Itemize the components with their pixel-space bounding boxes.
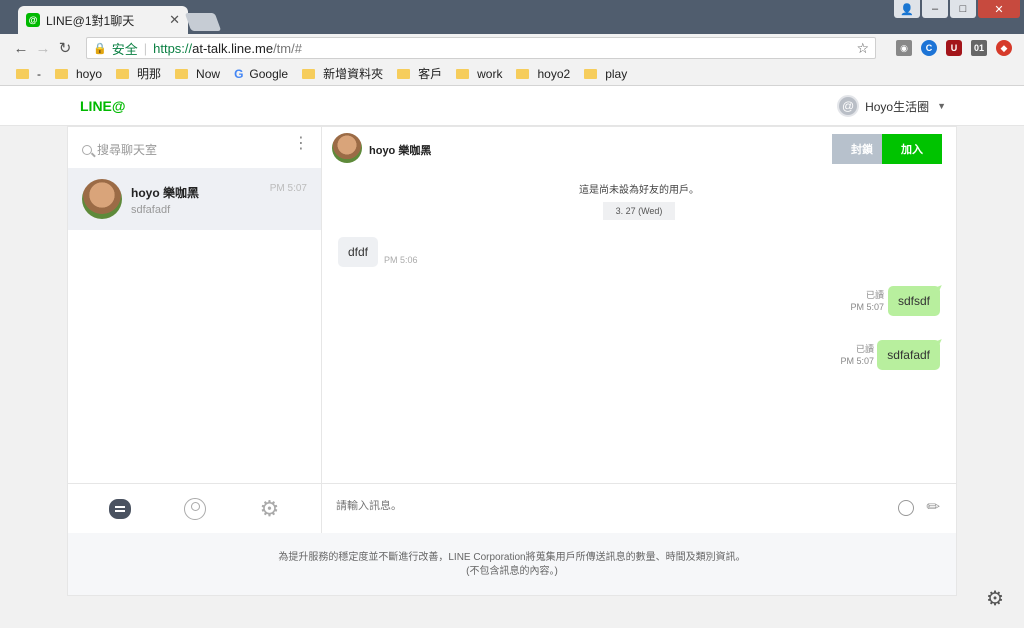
tab-title: LINE@1對1聊天: [46, 13, 135, 28]
bookmark-item[interactable]: -: [16, 67, 41, 81]
conversation-pane: hoyo 樂咖黑 封鎖 加入 這是尚未設為好友的用戶。 3. 27 (Wed) …: [322, 127, 956, 483]
conversation-header: hoyo 樂咖黑 封鎖 加入: [322, 127, 956, 175]
browser-toolbar: ← → ↻ 🔒 安全 | https://at-talk.line.me/tm/…: [0, 34, 1024, 62]
bookmark-item[interactable]: hoyo2: [516, 67, 570, 81]
bookmarks-bar: - hoyo 明那 Now G Google 新增資料夾 客戶 work hoyo…: [0, 62, 1024, 86]
bookmark-item[interactable]: work: [456, 67, 502, 81]
line-favicon-icon: @: [26, 13, 40, 27]
search-icon: [82, 144, 92, 155]
read-receipt: 已讀: [865, 290, 884, 300]
url-text: https://at-talk.line.me/tm/#: [153, 40, 302, 56]
ext-c-icon[interactable]: C: [921, 40, 937, 56]
more-vertical-icon[interactable]: ⋮: [293, 136, 309, 152]
settings-gear-icon[interactable]: ⚙: [986, 586, 1004, 611]
message-composer: ✎: [322, 483, 956, 533]
lock-icon: 🔒: [93, 42, 107, 55]
search-input[interactable]: 搜尋聊天室: [82, 141, 282, 158]
folder-icon: [55, 68, 68, 79]
new-tab-button[interactable]: [184, 13, 222, 31]
line-logo[interactable]: LINE@: [80, 98, 126, 114]
add-friend-button[interactable]: 加入: [882, 134, 942, 164]
folder-icon: [516, 68, 530, 79]
left-nav: ⚙: [68, 483, 322, 533]
contact-name: hoyo 樂咖黑: [369, 145, 432, 157]
folder-icon: [175, 68, 189, 79]
message-bubble-outgoing: sdfsdf: [887, 286, 940, 316]
message-time: PM 5:06: [384, 255, 418, 265]
nav-settings[interactable]: ⚙: [258, 495, 282, 521]
bookmark-item[interactable]: Now: [175, 67, 220, 81]
chat-list-item[interactable]: hoyo 樂咖黑 sdfafadf PM 5:07: [68, 168, 321, 230]
browser-titlebar: @ LINE@1對1聊天 ✕ 👤 – □ ✕: [0, 0, 1024, 34]
emoji-icon[interactable]: [898, 500, 914, 516]
bookmark-star-icon[interactable]: ☆: [856, 40, 869, 57]
avatar[interactable]: [332, 133, 362, 163]
nav-friends[interactable]: [183, 497, 207, 521]
maximize-icon[interactable]: □: [950, 0, 976, 18]
avatar: [82, 179, 122, 219]
user-profile-icon[interactable]: 👤: [894, 0, 920, 18]
app-header: LINE@ @ Hoyo生活圈 ▼: [0, 86, 1024, 126]
chat-panel: 搜尋聊天室 ⋮ hoyo 樂咖黑 sdfafadf PM 5:07 ⚙ hoyo…: [67, 126, 957, 596]
privacy-notice: 為提升服務的穩定度並不斷進行改善，LINE Corporation將蒐集用戶所傳…: [68, 533, 956, 595]
chat-time: PM 5:07: [269, 183, 307, 194]
ext-01-icon[interactable]: 01: [971, 40, 987, 56]
camera-icon[interactable]: ◉: [896, 40, 912, 56]
message-time: PM 5:07: [840, 356, 874, 366]
reload-icon[interactable]: ↻: [54, 39, 76, 57]
folder-icon: [397, 68, 411, 79]
gear-icon: ⚙: [259, 495, 280, 521]
chat-bubble-icon: [108, 498, 131, 519]
search-placeholder: 搜尋聊天室: [97, 143, 158, 157]
folder-icon: [16, 68, 29, 79]
ext-shield-icon[interactable]: ◆: [996, 40, 1012, 56]
folder-icon: [116, 68, 130, 79]
back-arrow-icon[interactable]: ←: [10, 40, 32, 57]
bookmark-item[interactable]: 新增資料夾: [302, 65, 383, 82]
extensions-bar: ◉ C U 01 ◆: [896, 40, 1012, 56]
bookmark-item[interactable]: G Google: [234, 67, 288, 81]
nav-chats[interactable]: [108, 497, 132, 521]
chat-name: hoyo 樂咖黑: [131, 186, 199, 200]
caret-down-icon: ▼: [937, 101, 946, 111]
message-time: PM 5:07: [850, 302, 884, 312]
bookmark-item[interactable]: 明那: [116, 65, 161, 82]
message-bubble-incoming: dfdf: [338, 237, 379, 267]
minimize-icon[interactable]: –: [922, 0, 948, 18]
ublock-icon[interactable]: U: [946, 40, 962, 56]
forward-arrow-icon[interactable]: →: [32, 40, 54, 57]
folder-icon: [456, 68, 470, 79]
bookmark-item[interactable]: hoyo: [55, 67, 102, 81]
account-name: Hoyo生活圈: [865, 99, 930, 114]
message-input[interactable]: [336, 500, 836, 512]
folder-icon: [584, 68, 598, 79]
message-meta: 已讀 PM 5:07: [840, 343, 874, 367]
attachment-icon[interactable]: ✎: [921, 495, 945, 519]
tab-close-icon[interactable]: ✕: [169, 12, 180, 28]
bookmark-item[interactable]: 客戶: [397, 65, 442, 82]
address-bar[interactable]: 🔒 安全 | https://at-talk.line.me/tm/# ☆: [86, 37, 876, 59]
not-friend-notice: 這是尚未設為好友的用戶。: [579, 185, 699, 196]
account-menu[interactable]: @ Hoyo生活圈 ▼: [837, 95, 946, 117]
close-window-icon[interactable]: ✕: [978, 0, 1020, 18]
folder-icon: [302, 68, 316, 79]
message-meta: 已讀 PM 5:07: [850, 289, 884, 313]
window-controls: 👤 – □ ✕: [894, 0, 1020, 18]
bookmark-item[interactable]: play: [584, 67, 627, 81]
page-content: LINE@ @ Hoyo生活圈 ▼ 搜尋聊天室 ⋮ hoyo 樂咖黑 sdfaf…: [0, 86, 1024, 624]
secure-label: 安全: [111, 41, 138, 57]
google-icon: G: [234, 66, 244, 81]
chat-list-pane: 搜尋聊天室 ⋮ hoyo 樂咖黑 sdfafadf PM 5:07: [68, 127, 322, 483]
person-icon: [183, 497, 206, 520]
message-bubble-outgoing: sdfafadf: [877, 340, 940, 370]
date-separator: 3. 27 (Wed): [603, 202, 675, 220]
read-receipt: 已讀: [855, 344, 874, 354]
account-avatar: @: [837, 95, 860, 117]
browser-tab[interactable]: @ LINE@1對1聊天 ✕: [18, 6, 188, 34]
chat-preview: sdfafadf: [131, 204, 171, 216]
